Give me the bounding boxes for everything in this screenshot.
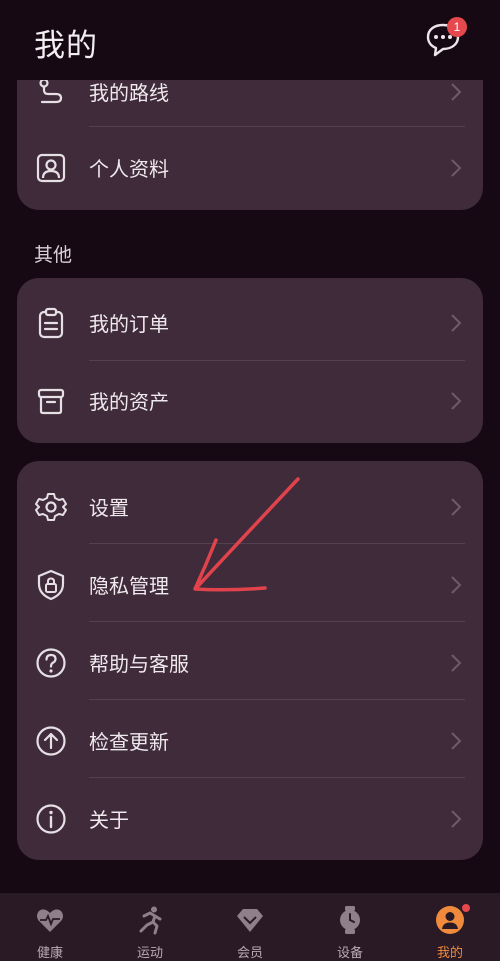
chevron-right-icon: [451, 83, 462, 101]
list-item-label: 检查更新: [89, 730, 169, 754]
divider: [89, 126, 465, 127]
tab-label: 运动: [136, 946, 163, 961]
list-item-my-orders[interactable]: 我的订单: [17, 283, 483, 361]
list-item-label: 隐私管理: [89, 574, 169, 598]
tab-devices[interactable]: 设备: [300, 893, 400, 961]
page-title: 我的: [34, 28, 98, 64]
watch-icon: [340, 906, 360, 934]
divider: [89, 777, 465, 778]
tab-label: 会员: [236, 946, 263, 961]
list-item-my-assets[interactable]: 我的资产: [17, 361, 483, 439]
running-icon: [139, 906, 162, 935]
chevron-right-icon: [451, 498, 462, 516]
divider: [89, 543, 465, 544]
tab-label: 设备: [336, 946, 363, 961]
bottom-tab-bar: 健康 运动 会员 设备 我的: [0, 893, 500, 961]
gear-icon: [35, 493, 67, 521]
user-icon: [436, 906, 464, 934]
top-bar: 我的 1: [0, 0, 500, 80]
chevron-right-icon: [451, 732, 462, 750]
list-item-label: 我的订单: [89, 312, 169, 336]
box-icon: [37, 388, 65, 415]
list-item-settings[interactable]: 设置: [17, 467, 483, 545]
tab-exercise[interactable]: 运动: [100, 893, 200, 961]
message-badge: 1: [447, 17, 467, 37]
divider: [89, 621, 465, 622]
info-circle-icon: [36, 804, 66, 834]
settings-card: 设置 隐私管理 帮助与客服 检查更新 关于: [17, 461, 483, 860]
clipboard-icon: [38, 307, 64, 339]
tab-health[interactable]: 健康: [0, 893, 100, 961]
chevron-right-icon: [451, 810, 462, 828]
tab-membership[interactable]: 会员: [200, 893, 300, 961]
chevron-right-icon: [451, 159, 462, 177]
tab-label: 健康: [36, 946, 63, 961]
tab-me[interactable]: 我的: [400, 893, 500, 961]
tab-label: 我的: [436, 946, 463, 961]
heart-pulse-icon: [37, 909, 63, 932]
section-title-other: 其他: [34, 244, 73, 266]
chevron-right-icon: [451, 392, 462, 410]
list-item-privacy[interactable]: 隐私管理: [17, 545, 483, 623]
shield-lock-icon: [37, 569, 65, 601]
list-item-label: 设置: [89, 496, 129, 520]
chevron-right-icon: [451, 654, 462, 672]
divider: [89, 699, 465, 700]
list-item-profile[interactable]: 个人资料: [17, 128, 483, 206]
list-item-label: 个人资料: [89, 157, 169, 181]
notification-dot: [462, 904, 470, 912]
list-item-label: 帮助与客服: [89, 652, 189, 676]
chevron-right-icon: [451, 314, 462, 332]
other-card: 我的订单 我的资产: [17, 278, 483, 443]
chevron-right-icon: [451, 576, 462, 594]
list-item-about[interactable]: 关于: [17, 779, 483, 857]
id-card-icon: [36, 153, 66, 183]
help-circle-icon: [36, 648, 66, 678]
list-item-label: 关于: [89, 808, 129, 832]
list-item-check-update[interactable]: 检查更新: [17, 701, 483, 779]
list-item-label: 我的路线: [89, 81, 169, 105]
route-icon: [39, 78, 63, 104]
list-item-help[interactable]: 帮助与客服: [17, 623, 483, 701]
arrow-up-circle-icon: [36, 726, 66, 756]
list-item-label: 我的资产: [89, 390, 169, 414]
diamond-icon: [237, 909, 263, 932]
